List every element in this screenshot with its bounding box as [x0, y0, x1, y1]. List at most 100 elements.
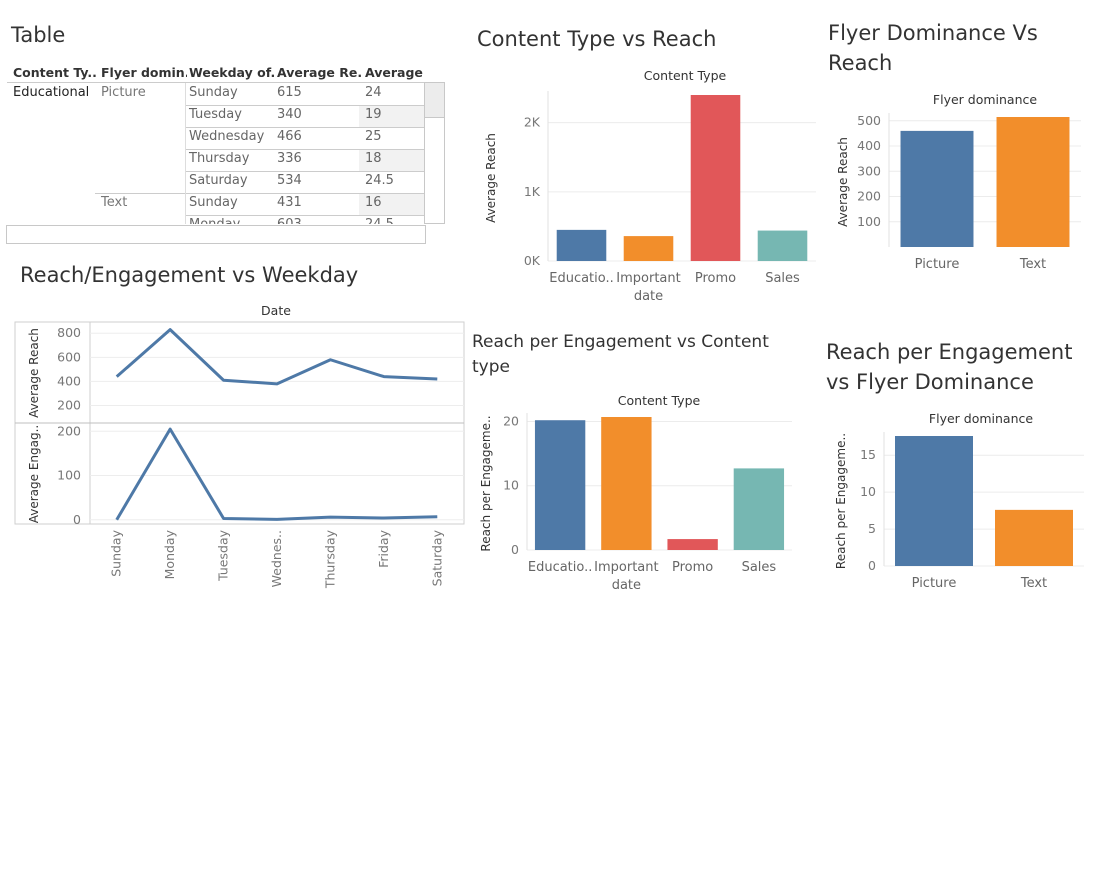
y-tick-label: 2K	[524, 115, 541, 130]
x-tick-label: Important date	[594, 560, 658, 593]
x-tick-label: Text	[1019, 257, 1046, 272]
x-tick-label: Sales	[765, 271, 800, 286]
x-tick-label: Promo	[672, 560, 713, 575]
column-divider	[185, 83, 186, 224]
scrollbar-thumb[interactable]	[425, 83, 444, 118]
table-cell-reach: 340	[277, 107, 302, 122]
y-tick-label: 200	[57, 398, 81, 413]
table-cell-weekday: Saturday	[189, 173, 248, 188]
table-header-cell[interactable]: Average Re..	[277, 65, 363, 80]
y-tick-label: 0	[868, 558, 876, 573]
x-tick-label: Wednes..	[269, 530, 284, 587]
table-cell-engagement: 18	[365, 151, 382, 166]
y-tick-label: 10	[503, 478, 519, 493]
table-cell-reach: 431	[277, 195, 302, 210]
y-tick-label: 400	[857, 138, 881, 153]
rpe-content-title: Reach per Engagement vs Content type	[472, 332, 769, 377]
y-tick-label: 200	[857, 189, 881, 204]
bar	[601, 417, 652, 550]
y-tick-label: 0	[511, 542, 519, 557]
bar	[733, 468, 785, 550]
table-header-cell[interactable]: Weekday of..	[189, 65, 275, 80]
y-tick-label: 1K	[524, 184, 541, 199]
table-cell-weekday: Tuesday	[189, 107, 242, 122]
bar	[895, 436, 973, 566]
x-tick-label: Thursday	[322, 529, 337, 589]
flyer-reach-title: Flyer Dominance Vs Reach	[828, 21, 1038, 75]
table-cell-reach: 615	[277, 85, 302, 100]
table-cell-weekday: Sunday	[189, 85, 238, 100]
x-tick-label: Educatio..	[549, 271, 614, 286]
weekday-chart: Date 200 400 600 800 Average Reach 0 100 200 Aver…	[14, 303, 465, 589]
content-reach-chart: Content Type 0K 1K 2K Average Reach Educatio.…	[484, 68, 816, 304]
content-reach-title: Content Type vs Reach	[477, 27, 717, 51]
y-tick-label: 100	[57, 468, 81, 483]
y-axis-label: Reach per Engageme..	[479, 415, 493, 551]
x-tick-label: Tuesday	[216, 529, 231, 581]
table-header-cell[interactable]: Flyer domin..	[101, 65, 187, 80]
chart-header: Content Type	[618, 393, 701, 408]
row-divider	[185, 127, 444, 128]
y-tick-label: 300	[857, 163, 881, 178]
x-tick-label: Educatio..	[528, 560, 593, 575]
table-cell-flyer: Picture	[101, 85, 146, 100]
rpe-content-chart: Content Type 0 10 20 Reach per Engageme.. Edu…	[479, 393, 792, 593]
x-tick-label: Sunday	[109, 529, 124, 576]
flyer-reach-chart: Flyer dominance 100 200 300 400 500 Average Re…	[836, 92, 1081, 272]
table-cell-engagement: 24	[365, 85, 382, 100]
chart-header: Flyer dominance	[929, 411, 1033, 426]
y-tick-label: 20	[503, 413, 519, 428]
table-cell-flyer: Text	[101, 195, 128, 210]
table-cell-weekday: Monday	[189, 217, 240, 224]
table-horizontal-scrollbar[interactable]	[6, 225, 426, 244]
bar	[690, 95, 741, 261]
x-tick-label: Sales	[742, 560, 777, 575]
bar	[556, 229, 607, 261]
table-cell-content-type: Educational	[13, 85, 90, 100]
table-cell-engagement: 24.5	[365, 217, 394, 224]
table-cell-engagement: 25	[365, 129, 382, 144]
y-axis-label: Average Reach	[484, 133, 498, 223]
table-cell-weekday: Wednesday	[189, 129, 265, 144]
y-tick-label: 15	[860, 447, 876, 462]
table-header-cell[interactable]: Average E	[365, 65, 425, 80]
bar	[995, 509, 1073, 566]
chart-header: Content Type	[644, 68, 727, 83]
data-table: Content Ty.. Flyer domin.. Weekday of.. …	[7, 62, 444, 224]
table-cell-reach: 603	[277, 217, 302, 224]
x-tick-label: Text	[1020, 576, 1047, 591]
table-cell-weekday: Sunday	[189, 195, 238, 210]
table-cell-engagement: 16	[365, 195, 382, 210]
x-tick-label: Friday	[376, 529, 391, 567]
y-axis-label: Reach per Engageme..	[834, 433, 848, 569]
bar	[623, 236, 674, 261]
y-tick-label: 400	[57, 373, 81, 388]
x-tick-label: Important date	[616, 271, 680, 304]
row-divider	[185, 171, 444, 172]
bar	[534, 420, 586, 550]
y-tick-label: 10	[860, 484, 876, 499]
row-divider	[185, 215, 444, 216]
bar	[996, 117, 1070, 247]
table-header-row: Content Ty.. Flyer domin.. Weekday of.. …	[7, 62, 444, 83]
y-tick-label: 5	[868, 521, 876, 536]
y-tick-label: 800	[57, 325, 81, 340]
table-header-cell[interactable]: Content Ty..	[13, 65, 97, 80]
y-axis-label: Average Reach	[836, 137, 850, 227]
y-tick-label: 0	[73, 512, 81, 527]
y-axis-label: Average Reach	[27, 328, 41, 418]
weekday-title: Reach/Engagement vs Weekday	[20, 263, 359, 287]
table-cell-weekday: Thursday	[189, 151, 250, 166]
y-tick-label: 0K	[524, 253, 541, 268]
table-cell-engagement: 19	[365, 107, 382, 122]
series-line	[115, 328, 438, 386]
series-line	[115, 427, 438, 521]
y-axis-label: Average Engag..	[27, 425, 41, 524]
rpe-flyer-chart: Flyer dominance 0 5 10 15 Reach per Engageme.…	[834, 411, 1084, 591]
table-vertical-scrollbar[interactable]	[424, 82, 445, 224]
bar	[667, 539, 718, 550]
chart-header: Flyer dominance	[933, 92, 1037, 107]
table-cell-engagement: 24.5	[365, 173, 394, 188]
y-tick-label: 200	[57, 423, 81, 438]
x-tick-label: Saturday	[429, 529, 444, 586]
